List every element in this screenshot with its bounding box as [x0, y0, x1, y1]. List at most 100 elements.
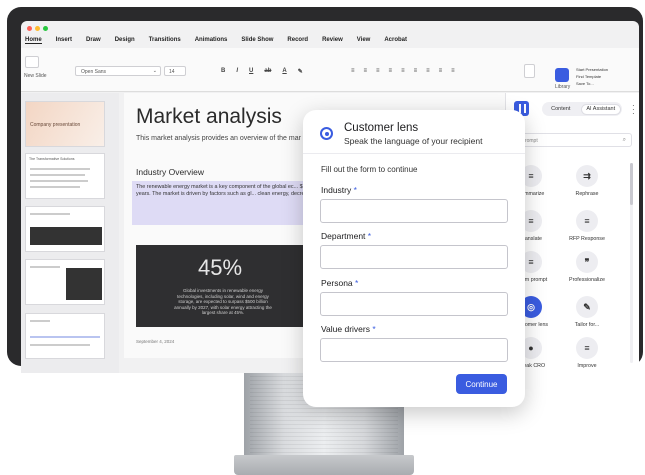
- thumbnail-line: [30, 336, 100, 338]
- italic-button[interactable]: I: [236, 68, 238, 75]
- thumbnail-title: Company presentation: [30, 122, 81, 128]
- tool-rfp-response[interactable]: ≡ RFP Response: [564, 210, 610, 242]
- new-slide-label[interactable]: New Slide: [24, 73, 47, 79]
- ribbon: New Slide Open Sans ⌄ 14 B I U ab A ✎ ≡ …: [21, 48, 639, 92]
- tool-label: Tailor for...: [574, 322, 600, 328]
- slide-thumbnail-5[interactable]: [25, 313, 105, 359]
- tool-improve[interactable]: ≡ Improve: [564, 337, 610, 369]
- persona-input[interactable]: [320, 292, 508, 316]
- tool-label: Improve: [577, 363, 597, 369]
- menu-draw[interactable]: Draw: [86, 37, 101, 44]
- slide-subtitle[interactable]: This market analysis provides an overvie…: [136, 135, 301, 142]
- quick-actions: Start Presentation Find Template Save To…: [576, 66, 608, 87]
- thumbnail-line: [30, 213, 70, 215]
- new-slide-icon[interactable]: [25, 56, 39, 68]
- align-right-icon[interactable]: ≡: [376, 68, 380, 74]
- department-label: Department *: [321, 231, 371, 241]
- rfp-response-icon: ≡: [576, 210, 598, 232]
- slide-footer-date: September 4, 2024: [136, 339, 175, 344]
- menu-view[interactable]: View: [357, 37, 371, 44]
- bullets-icon[interactable]: ≡: [414, 68, 418, 74]
- strikethrough-button[interactable]: ab: [264, 68, 271, 75]
- required-mark: *: [372, 324, 376, 334]
- window-controls: [27, 26, 48, 31]
- minimize-window-dot[interactable]: [35, 26, 40, 31]
- indent-increase-icon[interactable]: ≡: [451, 68, 455, 74]
- bold-button[interactable]: B: [221, 68, 225, 75]
- slide-thumbnail-2[interactable]: The Transformative Solutions: [25, 153, 105, 199]
- slide-thumbnail-4[interactable]: [25, 259, 105, 305]
- thumbnail-line: [30, 168, 90, 170]
- section-heading[interactable]: Industry Overview: [136, 167, 204, 177]
- menu-slide-show[interactable]: Slide Show: [241, 37, 273, 44]
- value-drivers-input[interactable]: [320, 338, 508, 362]
- menu-home[interactable]: Home: [25, 37, 42, 44]
- save-to-action[interactable]: Save To...: [576, 80, 608, 87]
- more-options-icon[interactable]: · · ·: [632, 102, 635, 118]
- library-icon[interactable]: [555, 68, 569, 82]
- slide-title[interactable]: Market analysis: [136, 105, 282, 129]
- menu-acrobat[interactable]: Acrobat: [384, 37, 407, 44]
- tool-rephrase[interactable]: ⇉ Rephrase: [564, 165, 610, 197]
- menu-insert[interactable]: Insert: [56, 37, 72, 44]
- maximize-window-dot[interactable]: [43, 26, 48, 31]
- menu-review[interactable]: Review: [322, 37, 343, 44]
- required-mark: *: [367, 231, 372, 241]
- indent-decrease-icon[interactable]: ≡: [439, 68, 443, 74]
- industry-input[interactable]: [320, 199, 508, 223]
- underline-button[interactable]: U: [249, 68, 253, 75]
- search-icon[interactable]: ⌕: [623, 137, 626, 144]
- font-name-value: Open Sans: [81, 69, 107, 75]
- quote-icon: ❞: [576, 251, 598, 273]
- panel-scrollbar[interactable]: [630, 163, 633, 363]
- find-template-action[interactable]: Find Template: [576, 73, 608, 80]
- tool-tailor-for[interactable]: ✎ Tailor for...: [564, 296, 610, 328]
- menu-record[interactable]: Record: [287, 37, 308, 44]
- persona-label: Persona *: [321, 278, 358, 288]
- rephrase-icon: ⇉: [576, 165, 598, 187]
- magic-wand-icon: ✎: [576, 296, 598, 318]
- highlight-icon[interactable]: ✎: [298, 68, 303, 75]
- tab-ai-assistant[interactable]: AI Assistant: [581, 103, 621, 115]
- align-center-icon[interactable]: ≡: [364, 68, 368, 74]
- paragraph-buttons: ≡ ≡ ≡ ≡ ≡ ≡ ≡ ≡ ≡: [351, 68, 455, 74]
- thumbnail-line: [30, 174, 85, 176]
- justify-icon[interactable]: ≡: [389, 68, 393, 74]
- slide-thumbnail-3[interactable]: [25, 206, 105, 252]
- slide-thumbnail-1[interactable]: Company presentation: [25, 101, 105, 147]
- font-color-button[interactable]: A: [282, 68, 286, 75]
- font-size-select[interactable]: 14: [164, 66, 186, 76]
- modal-title: Customer lens: [344, 122, 419, 134]
- thumbnail-line: [30, 186, 80, 188]
- tool-label: Rephrase: [575, 191, 599, 197]
- thumbnail-line: [30, 344, 90, 346]
- continue-button[interactable]: Continue: [456, 374, 507, 394]
- panel-tabs: Content AI Assistant: [542, 102, 622, 116]
- prompt-search-input[interactable]: e prompt ⌕: [512, 133, 632, 147]
- modal-subtitle: Speak the language of your recipient: [344, 136, 483, 146]
- font-size-value: 14: [169, 69, 175, 75]
- numbering-icon[interactable]: ≡: [426, 68, 430, 74]
- align-left-icon[interactable]: ≡: [351, 68, 355, 74]
- thumbnail-line: [30, 266, 60, 268]
- document-icon[interactable]: [524, 64, 535, 78]
- target-icon: [320, 127, 333, 140]
- tool-professionalize[interactable]: ❞ Professionalize: [564, 251, 610, 283]
- thumbnail-title: The Transformative Solutions: [29, 157, 75, 161]
- chevron-down-icon: ⌄: [152, 68, 157, 74]
- close-window-dot[interactable]: [27, 26, 32, 31]
- start-presentation-action[interactable]: Start Presentation: [576, 66, 608, 73]
- font-name-select[interactable]: Open Sans ⌄: [75, 66, 161, 76]
- format-buttons: B I U ab A ✎: [221, 68, 303, 75]
- improve-icon: ≡: [576, 337, 598, 359]
- library-label[interactable]: Library: [555, 84, 570, 90]
- line-spacing-icon[interactable]: ≡: [401, 68, 405, 74]
- department-input[interactable]: [320, 245, 508, 269]
- menu-animations[interactable]: Animations: [195, 37, 228, 44]
- menu-design[interactable]: Design: [115, 37, 135, 44]
- tool-label: RFP Response: [569, 236, 605, 242]
- stat-card[interactable]: 45% Global investments in renewable ener…: [136, 245, 304, 327]
- tab-content[interactable]: Content: [542, 102, 580, 116]
- stat-value: 45%: [197, 255, 243, 280]
- menu-transitions[interactable]: Transitions: [149, 37, 181, 44]
